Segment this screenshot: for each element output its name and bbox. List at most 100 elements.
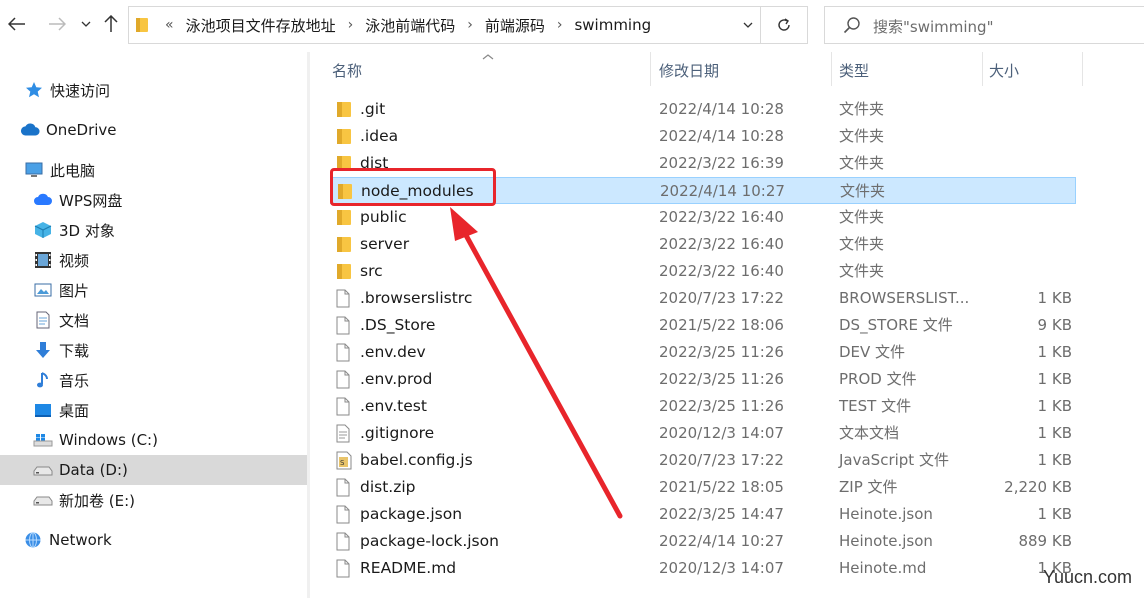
file-row[interactable]: src 2022/3/22 16:40 文件夹: [330, 258, 1076, 285]
search-input[interactable]: 搜索"swimming": [873, 16, 993, 37]
file-name: public: [360, 208, 407, 226]
file-row[interactable]: .git 2022/4/14 10:28 文件夹: [330, 96, 1076, 123]
file-modified-date: 2020/12/3 14:07: [659, 559, 784, 577]
forward-arrow-icon: [49, 17, 66, 31]
file-row[interactable]: .gitignore 2020/12/3 14:07 文本文档 1 KB: [330, 420, 1076, 447]
file-name: .env.prod: [360, 370, 433, 388]
column-header-size[interactable]: 大小: [977, 52, 1083, 86]
forward-button[interactable]: [44, 11, 70, 37]
file-row[interactable]: .DS_Store 2021/5/22 18:06 DS_STORE 文件 9 KB: [330, 312, 1076, 339]
file-row[interactable]: public 2022/3/22 16:40 文件夹: [330, 204, 1076, 231]
file-type: 文本文档: [839, 424, 900, 442]
file-icon: [336, 370, 352, 389]
nav-item-music[interactable]: 音乐: [0, 365, 307, 395]
nav-item-network[interactable]: Network: [0, 525, 307, 555]
nav-item-label: Windows (C:): [59, 431, 158, 449]
file-modified-date: 2022/3/25 14:47: [659, 505, 784, 523]
document-icon: [33, 310, 53, 330]
text-file-icon: [336, 424, 352, 443]
nav-item-data-d[interactable]: Data (D:): [0, 455, 307, 485]
breadcrumb-item[interactable]: swimming: [570, 16, 655, 34]
file-size: 9 KB: [1037, 316, 1072, 334]
nav-item-windows-c[interactable]: Windows (C:): [0, 425, 307, 455]
file-row[interactable]: Sbabel.config.js 2020/7/23 17:22 JavaScrip…: [330, 447, 1076, 474]
file-name: .env.dev: [360, 343, 426, 361]
file-type: 文件夹: [839, 262, 885, 280]
refresh-icon: [778, 18, 790, 31]
nav-item-documents[interactable]: 文档: [0, 305, 307, 335]
nav-item-label: 图片: [59, 281, 90, 300]
nav-item-quick-access[interactable]: 快速访问: [0, 75, 307, 105]
breadcrumb-overflow[interactable]: «: [157, 17, 182, 33]
column-header-name[interactable]: 名称: [320, 52, 651, 86]
file-row[interactable]: server 2022/3/22 16:40 文件夹: [330, 231, 1076, 258]
file-modified-date: 2020/7/23 17:22: [659, 289, 784, 307]
back-button[interactable]: [4, 11, 30, 37]
file-row[interactable]: package.json 2022/3/25 14:47 Heinote.json 1…: [330, 501, 1076, 528]
file-row[interactable]: .idea 2022/4/14 10:28 文件夹: [330, 123, 1076, 150]
nav-item-downloads[interactable]: 下载: [0, 335, 307, 365]
nav-item-label: Network: [49, 531, 112, 549]
nav-item-wps-cloud[interactable]: WPS网盘: [0, 185, 307, 215]
nav-item-videos[interactable]: 视频: [0, 245, 307, 275]
file-modified-date: 2020/12/3 14:07: [659, 424, 784, 442]
file-modified-date: 2022/3/22 16:40: [659, 208, 784, 226]
breadcrumb-item[interactable]: 前端源码: [481, 15, 549, 36]
nav-item-3d-objects[interactable]: 3D 对象: [0, 215, 307, 245]
chevron-down-icon: [81, 21, 91, 27]
chevron-down-icon: [743, 22, 753, 28]
nav-item-label: 此电脑: [50, 161, 96, 180]
breadcrumb-separator-icon[interactable]: ›: [459, 17, 481, 33]
file-row[interactable]: .env.dev 2022/3/25 11:26 DEV 文件 1 KB: [330, 339, 1076, 366]
breadcrumb-separator-icon[interactable]: ›: [549, 17, 571, 33]
nav-item-label: WPS网盘: [59, 191, 123, 210]
file-row[interactable]: package-lock.json 2022/4/14 10:27 Heinote.…: [330, 528, 1076, 555]
folder-icon: [336, 208, 352, 227]
wps-cloud-icon: [33, 190, 53, 210]
nav-item-pictures[interactable]: 图片: [0, 275, 307, 305]
file-size: 2,220 KB: [1004, 478, 1072, 496]
folder-icon: [336, 127, 352, 146]
address-dropdown-button[interactable]: [735, 7, 761, 43]
file-row[interactable]: dist.zip 2021/5/22 18:05 ZIP 文件 2,220 KB: [330, 474, 1076, 501]
file-name: dist.zip: [360, 478, 416, 496]
nav-item-desktop[interactable]: 桌面: [0, 395, 307, 425]
file-modified-date: 2022/3/25 11:26: [659, 343, 784, 361]
breadcrumb-item[interactable]: 泳池前端代码: [361, 15, 459, 36]
breadcrumb-item[interactable]: 泳池项目文件存放地址: [182, 15, 340, 36]
refresh-button[interactable]: [760, 7, 807, 43]
nav-item-label: OneDrive: [46, 121, 117, 139]
file-row[interactable]: .browserslistrc 2020/7/23 17:22 BROWSERSLI…: [330, 285, 1076, 312]
computer-icon: [24, 160, 44, 180]
file-icon: [336, 289, 352, 308]
breadcrumb-separator-icon[interactable]: ›: [340, 17, 362, 33]
file-size: 1 KB: [1037, 451, 1072, 469]
file-name: .DS_Store: [360, 316, 436, 334]
column-header-type[interactable]: 类型: [827, 52, 983, 86]
file-type: 文件夹: [839, 127, 885, 145]
up-button[interactable]: [98, 11, 124, 37]
file-icon: [336, 397, 352, 416]
file-name: README.md: [360, 559, 457, 577]
address-bar[interactable]: « 泳池项目文件存放地址 › 泳池前端代码 › 前端源码 › swimming: [128, 6, 808, 44]
watermark: Yuucn.com: [1042, 567, 1132, 587]
column-header-modified[interactable]: 修改日期: [647, 52, 832, 86]
file-name: package-lock.json: [360, 532, 499, 550]
nav-item-this-pc[interactable]: 此电脑: [0, 155, 307, 185]
nav-item-new-volume-e[interactable]: 新加卷 (E:): [0, 485, 307, 515]
file-icon: [336, 343, 352, 362]
file-type: Heinote.md: [839, 559, 927, 577]
cloud-icon: [20, 120, 40, 140]
star-icon: [24, 80, 44, 100]
file-row[interactable]: README.md 2020/12/3 14:07 Heinote.md 1 KB: [330, 555, 1076, 582]
nav-item-onedrive[interactable]: OneDrive: [0, 115, 307, 145]
drive-icon: [33, 460, 53, 480]
file-type: 文件夹: [839, 208, 885, 226]
file-modified-date: 2020/7/23 17:22: [659, 451, 784, 469]
recent-locations-button[interactable]: [76, 11, 96, 37]
desktop-icon: [33, 400, 53, 420]
file-type: 文件夹: [840, 182, 886, 200]
file-row[interactable]: .env.prod 2022/3/25 11:26 PROD 文件 1 KB: [330, 366, 1076, 393]
search-box[interactable]: 搜索"swimming": [824, 6, 1144, 44]
file-row[interactable]: .env.test 2022/3/25 11:26 TEST 文件 1 KB: [330, 393, 1076, 420]
